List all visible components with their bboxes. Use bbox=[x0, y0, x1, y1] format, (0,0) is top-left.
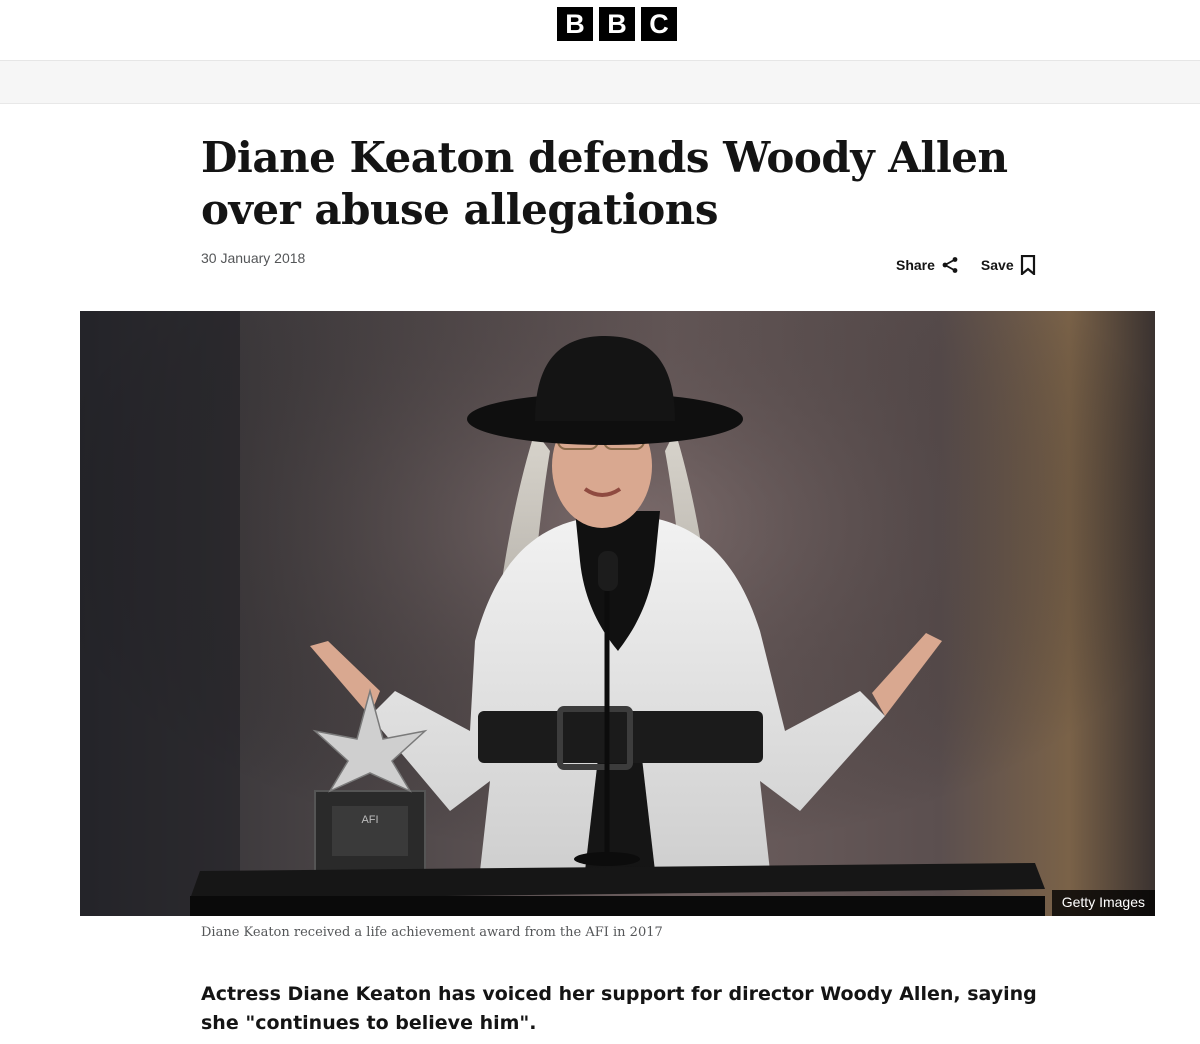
share-button[interactable]: Share bbox=[896, 256, 959, 274]
article-image: AFI Getty Images bbox=[80, 311, 1155, 916]
award-plaque-label: AFI bbox=[361, 814, 378, 826]
image-caption: Diane Keaton received a life achievement… bbox=[201, 925, 663, 940]
lead-paragraph: Actress Diane Keaton has voiced her supp… bbox=[201, 983, 1037, 1034]
save-button[interactable]: Save bbox=[981, 255, 1036, 275]
save-label: Save bbox=[980, 257, 1014, 273]
photo-diane-keaton-podium: AFI bbox=[80, 311, 1155, 916]
navigation-band bbox=[0, 61, 1200, 104]
logo-letter-b2: B bbox=[599, 7, 635, 41]
image-credit: Getty Images bbox=[1051, 890, 1155, 916]
share-label: Share bbox=[896, 257, 935, 273]
article-headline: Diane Keaton defends Woody Allen over ab… bbox=[201, 133, 1008, 234]
logo-letter-c: C bbox=[641, 7, 677, 41]
share-icon bbox=[942, 257, 958, 273]
bookmark-icon bbox=[1020, 255, 1035, 275]
article-actions: Share Save bbox=[896, 255, 1036, 275]
site-header: B B C bbox=[0, 0, 1200, 61]
article-date: 30 January 2018 bbox=[201, 250, 306, 266]
logo-letter-b1: B bbox=[557, 7, 593, 41]
bbc-logo[interactable]: B B C bbox=[557, 7, 677, 41]
